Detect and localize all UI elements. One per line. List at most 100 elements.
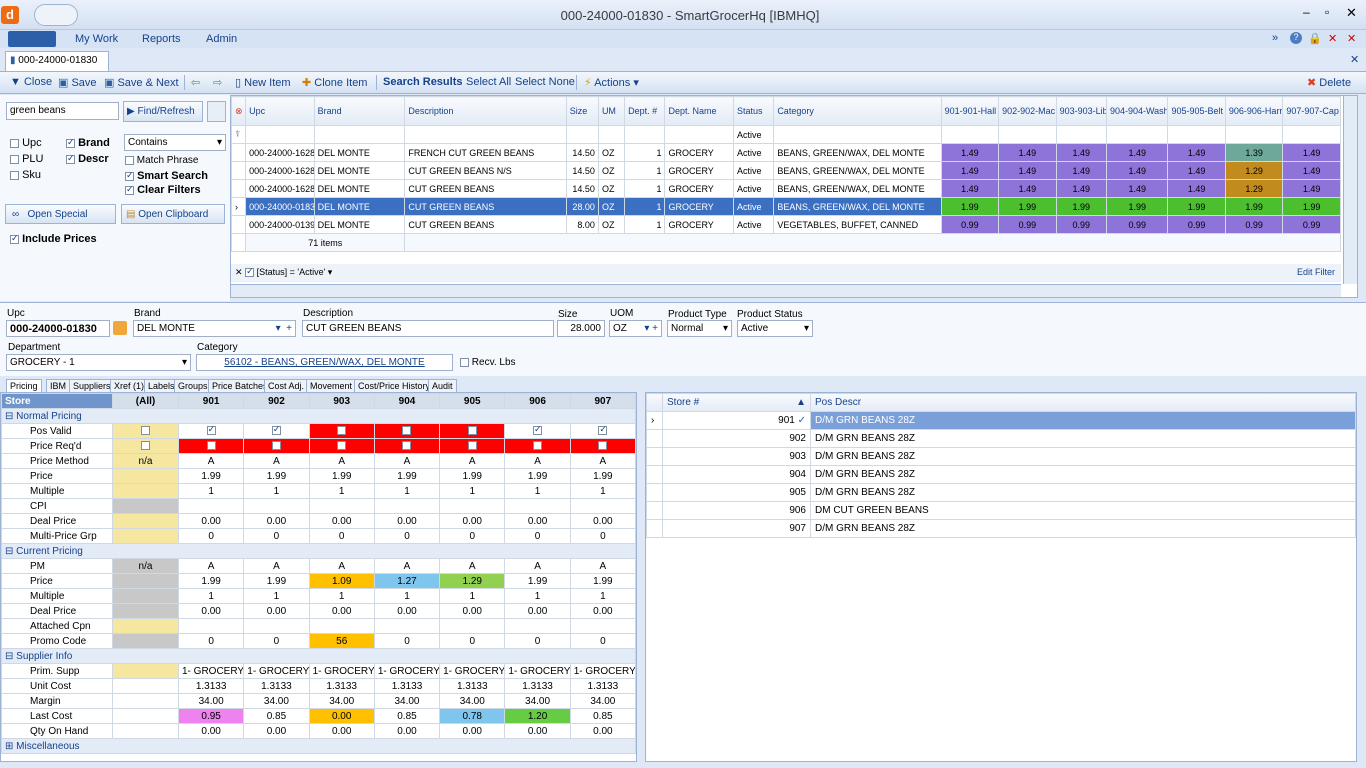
list-item[interactable]: 904 D/M GRN BEANS 28Z (646, 465, 1356, 484)
col-904[interactable]: 904-904-Wash (1105, 96, 1169, 126)
list-item[interactable]: 906 DM CUT GREEN BEANS (646, 501, 1356, 520)
exit-icon[interactable]: ✕ (1347, 32, 1356, 45)
save-next-button[interactable]: ▣ Save & Next (104, 76, 179, 89)
list-item[interactable]: 903 D/M GRN BEANS 28Z (646, 447, 1356, 466)
product-type-select[interactable]: Normal ▾ (667, 320, 732, 337)
price-reqd-checkbox[interactable] (402, 441, 412, 451)
row-qty-on-hand[interactable]: Qty On Hand 0.00 0.00 0.00 0.00 0.00 0.00 0.00 (1, 723, 636, 739)
find-refresh-button[interactable]: ▶ Find/Refresh (123, 101, 203, 122)
quick-access-button[interactable] (34, 4, 78, 26)
delete-button[interactable]: ✖ Delete (1307, 76, 1351, 89)
filter-clear-icon[interactable]: ⊗ (230, 96, 247, 126)
col-upc[interactable]: Upc (245, 96, 315, 126)
app-logo-icon[interactable]: d (1, 6, 19, 24)
pos-valid-checkbox[interactable] (598, 425, 608, 436)
pos-valid-all-checkbox[interactable] (141, 426, 150, 436)
section-current-pricing[interactable]: ⊟ Current Pricing (1, 543, 636, 559)
row-multi-price-grp[interactable]: Multi-Price Grp 0 0 0 0 0 0 0 (1, 528, 636, 544)
prev-arrow-icon[interactable]: ⇦ (191, 76, 200, 89)
row-multiple[interactable]: Multiple 1 1 1 1 1 1 1 (1, 483, 636, 499)
pos-valid-checkbox[interactable] (402, 426, 412, 436)
category-link[interactable]: 56102 - BEANS, GREEN/WAX, DEL MONTE (196, 354, 453, 371)
list-item[interactable]: 902 D/M GRN BEANS 28Z (646, 429, 1356, 448)
open-clipboard-button[interactable]: ▤ Open Clipboard (121, 204, 225, 224)
section-supplier-info[interactable]: ⊟ Supplier Info (1, 648, 636, 664)
descr-checkbox[interactable]: Descr (66, 153, 109, 165)
col-pos-descr[interactable]: Pos Descr (810, 393, 1356, 412)
col-dept-name[interactable]: Dept. Name (664, 96, 734, 126)
row-price-method[interactable]: Price Method n/a A A A A A A A (1, 453, 636, 469)
col-description[interactable]: Description (404, 96, 567, 126)
remove-filter-icon[interactable]: ✕ (235, 267, 243, 277)
smart-search-checkbox[interactable]: Smart Search (125, 170, 208, 182)
expand-icon[interactable]: » (1272, 32, 1278, 44)
plu-checkbox[interactable]: PLU (10, 153, 43, 165)
table-row[interactable]: 000-24000-16289 DEL MONTE FRENCH CUT GREEN… (230, 143, 1341, 162)
stop-button[interactable] (207, 101, 226, 122)
uom-field[interactable]: OZ ▾ + (609, 320, 662, 337)
price-reqd-checkbox[interactable] (598, 441, 608, 451)
list-item[interactable]: 905 D/M GRN BEANS 28Z (646, 483, 1356, 502)
col-901[interactable]: 901-901-Hall (940, 96, 1000, 126)
edit-filter-link[interactable]: Edit Filter (1297, 267, 1335, 277)
tab-suppliers[interactable]: Suppliers (69, 379, 115, 392)
brand-checkbox[interactable]: Brand (66, 137, 110, 149)
match-mode-select[interactable]: Contains ▾ (124, 134, 226, 151)
menu-reports[interactable]: Reports (142, 33, 181, 45)
tab-cost-adj[interactable]: Cost Adj. (264, 379, 309, 392)
save-button[interactable]: ▣ Save (58, 76, 97, 89)
row-current-multiple[interactable]: Multiple 1 1 1 1 1 1 1 (1, 588, 636, 604)
row-current-deal-price[interactable]: Deal Price 0.00 0.00 0.00 0.00 0.00 0.00 0.00 (1, 603, 636, 619)
row-margin[interactable]: Margin 34.00 34.00 34.00 34.00 34.00 34.00 34.0… (1, 693, 636, 709)
actions-button[interactable]: ⚡ Actions ▾ (584, 76, 639, 89)
clone-item-button[interactable]: ✚ Clone Item (302, 76, 367, 89)
pos-valid-checkbox[interactable] (533, 425, 543, 436)
tab-movement[interactable]: Movement (306, 379, 357, 392)
size-field[interactable]: 28.000 (557, 320, 605, 337)
app-menu-button[interactable] (8, 31, 56, 47)
price-reqd-checkbox[interactable] (337, 441, 347, 451)
row-pm[interactable]: PM n/a A A A A A A A (1, 558, 636, 574)
section-normal-pricing[interactable]: ⊟ Normal Pricing (1, 408, 636, 424)
department-select[interactable]: GROCERY - 1 ▾ (6, 354, 191, 371)
pos-valid-checkbox[interactable] (337, 426, 347, 436)
menu-my-work[interactable]: My Work (75, 33, 118, 45)
select-all-button[interactable]: Select All (466, 76, 511, 88)
list-item[interactable]: 907 D/M GRN BEANS 28Z (646, 519, 1356, 538)
horizontal-scrollbar[interactable] (231, 284, 1341, 297)
row-promo-code[interactable]: Promo Code 0 0 56 0 0 0 0 (1, 633, 636, 649)
close-window-icon[interactable]: ✕ (1346, 5, 1357, 21)
brand-field[interactable]: DEL MONTE ▾ + (133, 320, 296, 337)
col-store-num[interactable]: Store # ▲ (662, 393, 811, 412)
row-price[interactable]: Price 1.99 1.99 1.99 1.99 1.99 1.99 1.99 (1, 468, 636, 484)
tab-xref[interactable]: Xref (1) (110, 379, 149, 392)
menu-admin[interactable]: Admin (206, 33, 237, 45)
open-special-button[interactable]: ∞ Open Special (5, 204, 116, 224)
table-row[interactable]: 000-24000-16287 DEL MONTE CUT GREEN BEANS … (230, 161, 1341, 180)
tab-groups[interactable]: Groups (174, 379, 212, 392)
include-prices-checkbox[interactable]: Include Prices (10, 233, 97, 245)
col-902[interactable]: 902-902-Mac (998, 96, 1057, 126)
sku-checkbox[interactable]: Sku (10, 169, 41, 181)
help-icon[interactable]: ? (1290, 32, 1302, 44)
product-status-select[interactable]: Active ▾ (737, 320, 813, 337)
close-all-icon[interactable]: ✕ (1328, 32, 1337, 45)
clipboard-icon[interactable] (113, 321, 127, 335)
tab-audit[interactable]: Audit (428, 379, 457, 392)
filter-enabled-checkbox[interactable] (245, 266, 255, 278)
section-miscellaneous[interactable]: ⊞ Miscellaneous (1, 738, 636, 754)
lock-icon[interactable]: 🔒 (1308, 32, 1322, 45)
col-905[interactable]: 905-905-Belt (1167, 96, 1226, 126)
col-dept-num[interactable]: Dept. # (624, 96, 666, 126)
col-size[interactable]: Size (565, 96, 599, 126)
maximize-icon[interactable]: ▫ (1325, 5, 1329, 19)
minimize-icon[interactable]: – (1303, 5, 1310, 19)
upc-checkbox[interactable]: Upc (10, 137, 42, 149)
select-none-button[interactable]: Select None (515, 76, 575, 88)
filter-row[interactable]: ⍒ Active (230, 125, 1341, 144)
pos-valid-checkbox[interactable] (206, 425, 216, 436)
price-reqd-checkbox[interactable] (467, 441, 477, 451)
price-reqd-checkbox[interactable] (206, 441, 216, 451)
price-reqd-checkbox[interactable] (533, 441, 543, 451)
search-results-button[interactable]: Search Results (383, 76, 462, 88)
